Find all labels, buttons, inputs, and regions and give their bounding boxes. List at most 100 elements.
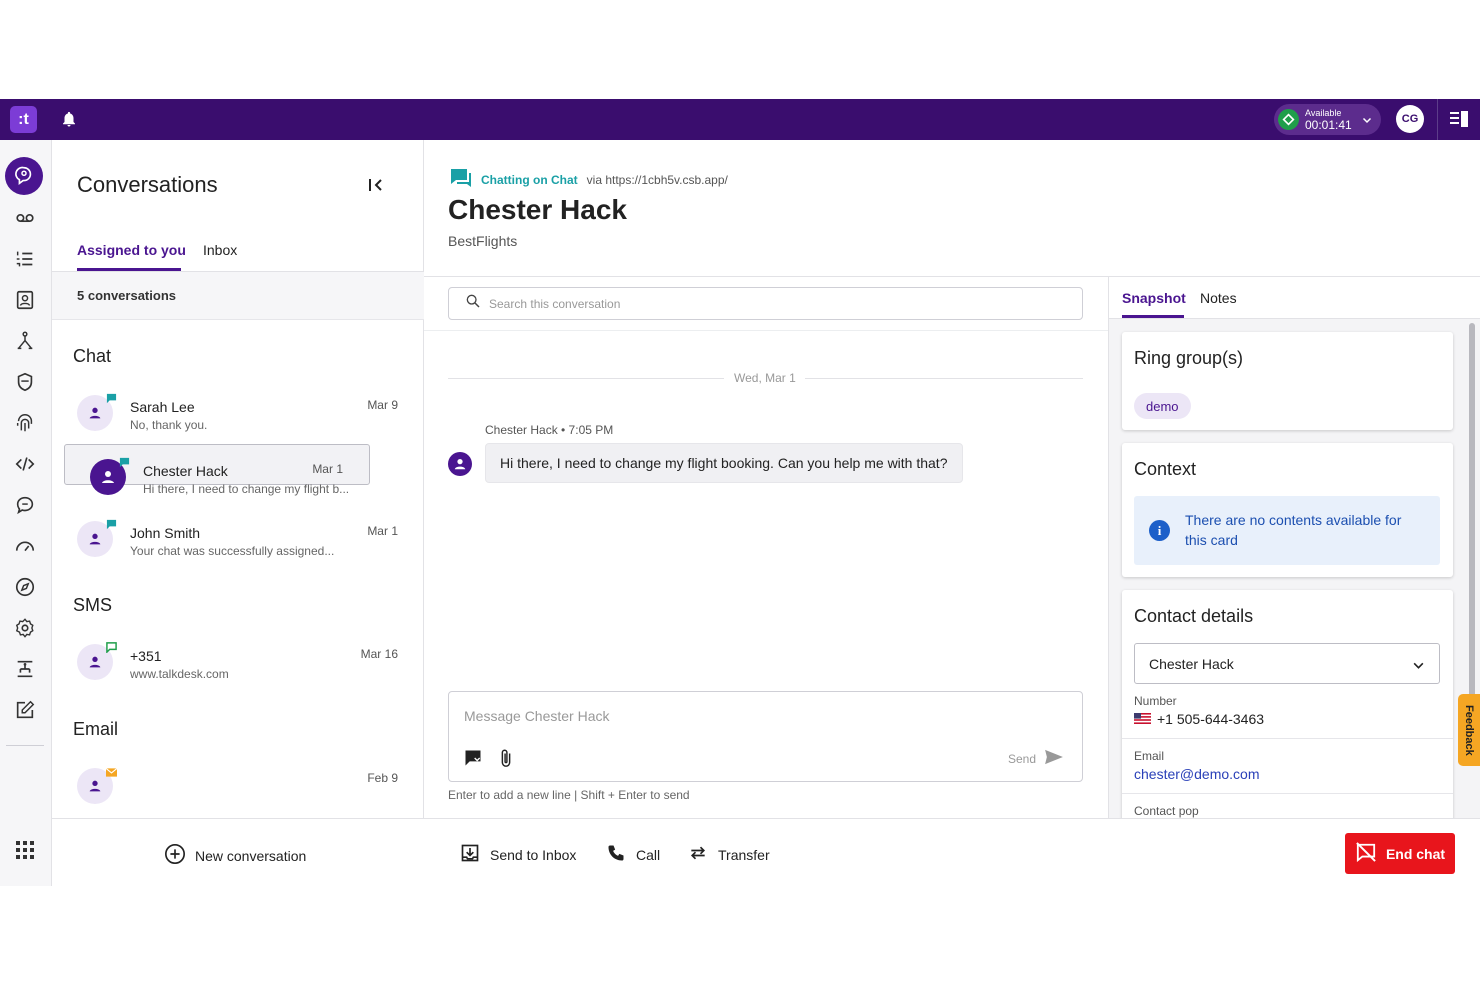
talkdesk-workspace: :t Available 00:01:41 CG Conversations A… xyxy=(0,99,1480,886)
agent-status-dropdown[interactable]: Available 00:01:41 xyxy=(1274,104,1381,135)
top-bar: :t Available 00:01:41 CG xyxy=(0,99,1480,140)
email-link[interactable]: chester@demo.com xyxy=(1134,766,1259,782)
conversation-count: 5 conversations xyxy=(77,288,176,303)
chevron-down-icon xyxy=(1361,113,1373,131)
apps-grid-icon[interactable] xyxy=(12,837,38,863)
collapse-panel-icon[interactable] xyxy=(368,177,384,198)
channel-label[interactable]: Chatting on Chat xyxy=(481,173,578,187)
channel-source: via https://1cbh5v.csb.app/ xyxy=(586,172,728,187)
side-panel-scrollbar[interactable] xyxy=(1469,323,1475,753)
inbox-download-icon xyxy=(460,843,480,866)
send-icon xyxy=(1044,749,1064,768)
conversation-item-sms[interactable]: +351 www.talkdesk.com Mar 16 xyxy=(52,630,424,692)
ring-groups-card: Ring group(s) demo xyxy=(1122,332,1453,430)
conversation-count-bar: 5 conversations xyxy=(52,272,424,320)
composer-placeholder: Message Chester Hack xyxy=(464,708,610,724)
end-chat-label: End chat xyxy=(1385,845,1446,862)
send-button[interactable]: Send xyxy=(1008,749,1064,768)
tab-notes[interactable]: Notes xyxy=(1200,290,1237,306)
contact-name-heading: Chester Hack xyxy=(448,194,627,225)
call-button[interactable]: Call xyxy=(606,843,660,866)
sender-avatar xyxy=(448,452,472,476)
contact-details-card: Contact details Chester Hack Number +1 5… xyxy=(1122,590,1453,818)
conversation-search-input[interactable]: Search this conversation xyxy=(448,287,1083,320)
topbar-divider xyxy=(1437,99,1438,140)
side-panel-toggle-icon[interactable] xyxy=(1450,111,1468,133)
conversation-date: Mar 1 xyxy=(312,462,343,476)
composer-hint: Enter to add a new line | Shift + Enter … xyxy=(448,788,690,802)
contact-details-title: Contact details xyxy=(1134,606,1254,626)
ring-groups-title: Ring group(s) xyxy=(1134,348,1244,368)
conversation-action-bar: Send to Inbox Call Transfer End chat xyxy=(424,818,1480,886)
send-to-inbox-button[interactable]: Send to Inbox xyxy=(460,843,576,866)
code-icon[interactable] xyxy=(12,451,38,477)
phone-icon xyxy=(606,843,626,866)
email-label: Email xyxy=(1134,749,1165,763)
message-bubble: Hi there, I need to change my flight boo… xyxy=(485,443,963,483)
call-label: Call xyxy=(636,846,661,863)
feedback-tab[interactable]: Feedback xyxy=(1458,694,1480,766)
context-empty-notice: i There are no contents available for th… xyxy=(1134,496,1440,565)
end-chat-icon xyxy=(1355,842,1377,865)
conversation-item-chester-hack[interactable]: Chester Hack Hi there, I need to change … xyxy=(64,444,370,496)
contact-select[interactable]: Chester Hack xyxy=(1134,643,1440,684)
conversation-main: Chatting on Chat via https://1cbh5v.csb.… xyxy=(424,140,1480,886)
chat-channel-icon xyxy=(106,517,117,535)
chat-bubble-icon[interactable] xyxy=(12,492,38,518)
contact-name: John Smith xyxy=(130,525,201,541)
contact-pop-label: Contact pop xyxy=(1134,804,1199,818)
message-meta: Chester Hack • 7:05 PM xyxy=(485,423,614,437)
chat-channel-icon xyxy=(450,168,472,191)
section-chat: Chat xyxy=(73,346,112,366)
phone-number[interactable]: +1 505-644-3463 xyxy=(1134,711,1264,727)
chat-channel-icon xyxy=(106,391,117,409)
conversation-item-sarah-lee[interactable]: Sarah Lee No, thank you. Mar 9 xyxy=(52,381,424,443)
separator-line xyxy=(448,378,724,379)
message-preview: Your chat was successfully assigned... xyxy=(130,544,335,558)
plus-circle-icon xyxy=(164,843,186,868)
contact-name: Chester Hack xyxy=(143,463,228,479)
voicemail-icon[interactable] xyxy=(12,205,38,231)
compass-icon[interactable] xyxy=(12,574,38,600)
section-sms: SMS xyxy=(73,595,113,615)
end-chat-button[interactable]: End chat xyxy=(1345,833,1455,874)
shield-icon[interactable] xyxy=(12,369,38,395)
search-divider xyxy=(424,330,1108,331)
status-timer: 00:01:41 xyxy=(1305,117,1352,132)
message-preview: Hi there, I need to change my flight b..… xyxy=(143,482,350,496)
feedback-label: Feedback xyxy=(1463,704,1475,756)
list-icon[interactable] xyxy=(12,246,38,272)
day-label: Wed, Mar 1 xyxy=(734,371,796,385)
conversations-panel: Conversations Assigned to you Inbox 5 co… xyxy=(52,140,424,886)
ring-group-chip: demo xyxy=(1134,393,1191,419)
chevron-down-icon xyxy=(1412,659,1425,677)
dashboard-icon[interactable] xyxy=(12,533,38,559)
tab-snapshot[interactable]: Snapshot xyxy=(1122,290,1186,306)
conversations-icon[interactable] xyxy=(5,157,43,195)
canned-response-icon[interactable] xyxy=(463,748,483,773)
conversation-item-john-smith[interactable]: John Smith Your chat was successfully as… xyxy=(52,507,424,569)
message-composer[interactable]: Message Chester Hack Send xyxy=(448,691,1083,782)
attachment-icon[interactable] xyxy=(499,748,513,773)
contacts-icon[interactable] xyxy=(12,287,38,313)
transfer-arrows-icon xyxy=(688,843,708,866)
new-conversation-button[interactable]: New conversation xyxy=(164,843,306,868)
transfer-button[interactable]: Transfer xyxy=(688,843,770,866)
people-icon[interactable] xyxy=(12,656,38,682)
fingerprint-icon[interactable] xyxy=(12,410,38,436)
chat-column: Search this conversation Wed, Mar 1 Ches… xyxy=(424,277,1108,818)
section-email: Email xyxy=(73,719,119,739)
user-avatar[interactable]: CG xyxy=(1396,105,1424,133)
status-label: Available xyxy=(1305,107,1342,118)
conversation-date: Mar 16 xyxy=(360,647,398,661)
settings-icon[interactable] xyxy=(12,615,38,641)
tab-assigned-to-you[interactable]: Assigned to you xyxy=(77,242,186,258)
conversation-item-email[interactable]: Feb 9 xyxy=(52,754,424,816)
routing-icon[interactable] xyxy=(12,328,38,354)
conversation-date: Mar 9 xyxy=(367,398,398,412)
bell-icon[interactable] xyxy=(60,110,78,133)
send-to-inbox-label: Send to Inbox xyxy=(490,846,577,863)
tab-inbox[interactable]: Inbox xyxy=(203,242,237,258)
edit-icon[interactable] xyxy=(12,697,38,723)
talkdesk-logo[interactable]: :t xyxy=(10,106,37,133)
